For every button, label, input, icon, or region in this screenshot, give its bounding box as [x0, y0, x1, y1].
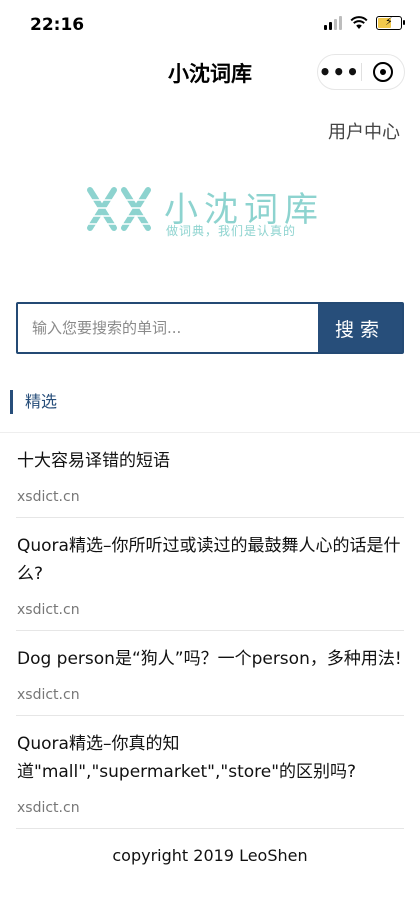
- article-item[interactable]: 十大容易译错的短语 xsdict.cn: [0, 433, 420, 518]
- user-center-link[interactable]: 用户中心: [328, 118, 400, 144]
- article-source: xsdict.cn: [17, 800, 80, 816]
- article-item[interactable]: Dog person是“狗人”吗？一个person，多种用法! xsdict.c…: [0, 631, 420, 716]
- logo-tagline: 做词典，我们是认真的: [166, 224, 297, 238]
- battery-icon: ⚡: [376, 15, 405, 30]
- status-time: 22:16: [30, 15, 85, 35]
- article-title[interactable]: Quora精选–你真的知道"mall","supermarket","store…: [17, 730, 404, 786]
- mini-program-capsule: •••: [317, 54, 405, 90]
- section-title: 精选: [10, 390, 57, 414]
- article-source: xsdict.cn: [17, 602, 80, 618]
- search-button[interactable]: 搜索: [318, 304, 402, 352]
- article-source: xsdict.cn: [17, 489, 80, 505]
- cellular-signal-icon: [324, 16, 342, 30]
- logo-mark-icon: [84, 187, 156, 231]
- article-list: 十大容易译错的短语 xsdict.cn Quora精选–你所听过或读过的最鼓舞人…: [0, 433, 420, 829]
- logo: 小沈词库 做词典，我们是认真的: [84, 180, 354, 245]
- close-button[interactable]: [362, 62, 405, 82]
- search-box: 搜索: [16, 302, 404, 354]
- article-item[interactable]: Quora精选–你真的知道"mall","supermarket","store…: [0, 716, 420, 829]
- article-title[interactable]: Dog person是“狗人”吗？一个person，多种用法!: [17, 645, 404, 673]
- wifi-icon: [350, 16, 368, 29]
- footer-copyright: copyright 2019 LeoShen: [112, 846, 308, 865]
- more-icon[interactable]: •••: [318, 62, 361, 82]
- article-title[interactable]: Quora精选–你所听过或读过的最鼓舞人心的话是什么?: [17, 532, 404, 588]
- status-bar: 22:16 ⚡: [0, 0, 420, 50]
- article-divider: [16, 828, 404, 829]
- status-icons: ⚡: [324, 15, 405, 30]
- search-input[interactable]: [18, 304, 318, 352]
- target-icon: [372, 62, 393, 82]
- article-source: xsdict.cn: [17, 687, 80, 703]
- article-title[interactable]: 十大容易译错的短语: [17, 447, 404, 475]
- article-item[interactable]: Quora精选–你所听过或读过的最鼓舞人心的话是什么? xsdict.cn: [0, 518, 420, 631]
